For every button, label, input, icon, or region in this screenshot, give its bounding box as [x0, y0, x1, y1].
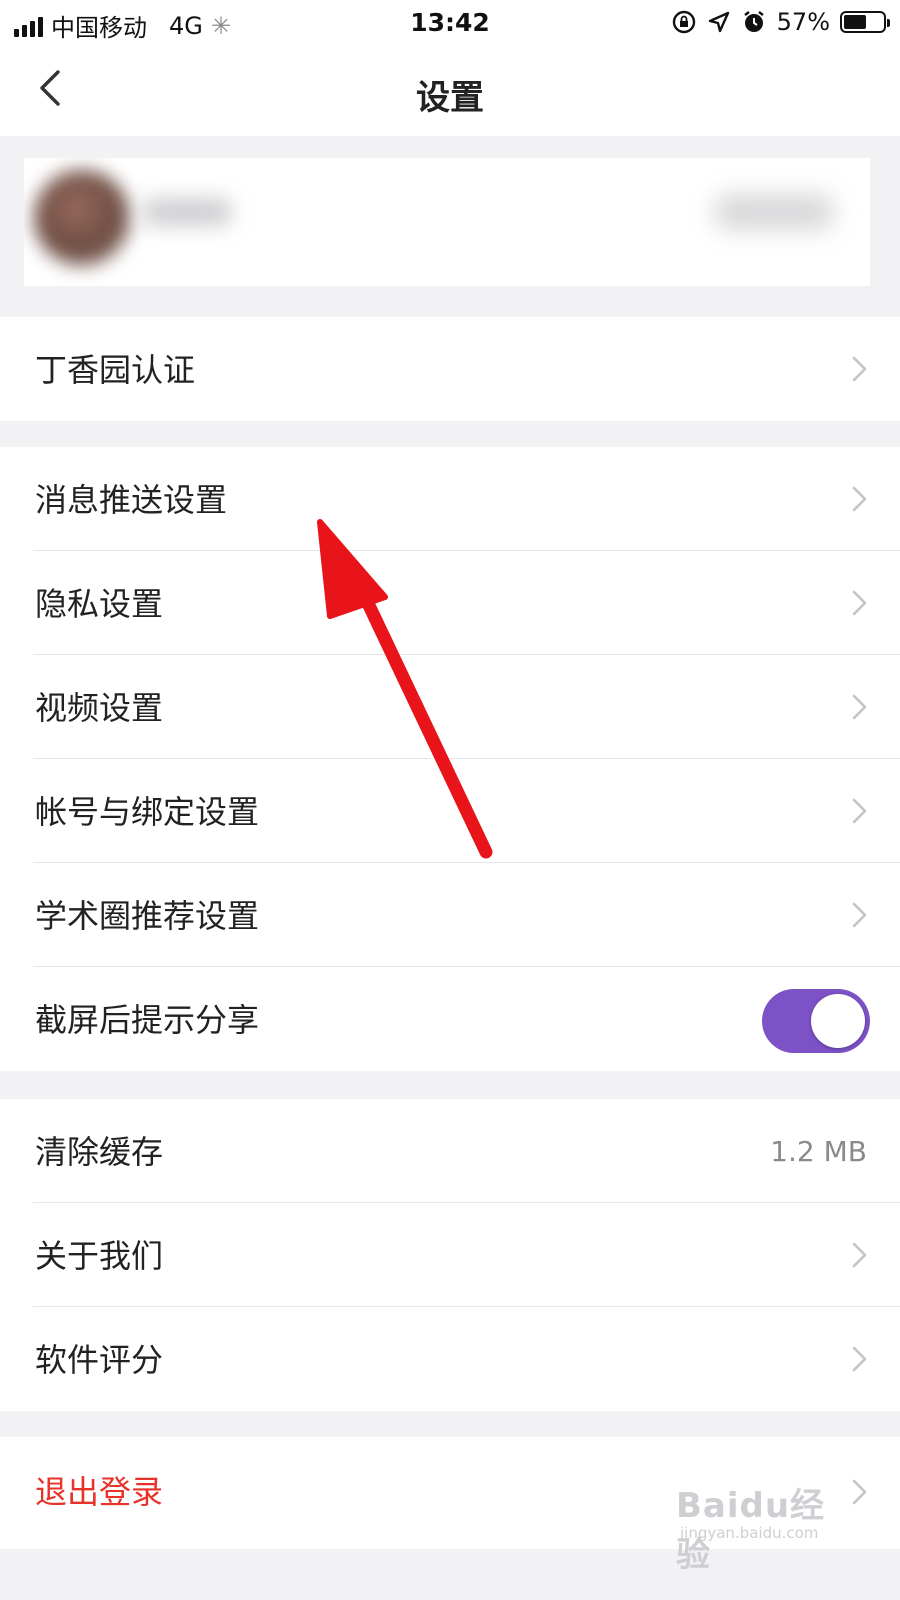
chevron-right-icon — [852, 902, 867, 928]
chevron-right-icon — [852, 356, 867, 382]
profile-card[interactable] — [24, 158, 870, 286]
item-label: 消息推送设置 — [35, 481, 228, 519]
item-label: 清除缓存 — [35, 1133, 164, 1171]
item-label: 关于我们 — [35, 1237, 164, 1275]
item-label: 帐号与绑定设置 — [35, 793, 260, 831]
settings-item-certification[interactable]: 丁香园认证 — [0, 317, 900, 421]
item-label: 截屏后提示分享 — [35, 1001, 260, 1039]
settings-item-account[interactable]: 帐号与绑定设置 — [0, 759, 900, 863]
item-label: 学术圈推荐设置 — [35, 897, 260, 935]
battery-percent: 57% — [776, 8, 830, 36]
toggle-knob — [811, 994, 865, 1048]
logout-label: 退出登录 — [35, 1473, 164, 1511]
battery-icon — [840, 11, 890, 33]
item-label: 丁香园认证 — [35, 351, 196, 389]
chevron-right-icon — [852, 1346, 867, 1372]
item-label: 视频设置 — [35, 689, 164, 727]
screenshot-share-toggle[interactable] — [762, 989, 870, 1053]
navigation-bar: 设置 — [0, 46, 900, 136]
certification-group: 丁香园认证 — [0, 317, 900, 421]
profile-name-blurred — [142, 198, 232, 226]
avatar — [34, 170, 130, 266]
battery-fill — [844, 15, 866, 29]
settings-group: 消息推送设置 隐私设置 视频设置 帐号与绑定设置 学术圈推荐设置 截屏后提示分享 — [0, 447, 900, 1071]
settings-item-video[interactable]: 视频设置 — [0, 655, 900, 759]
item-label: 隐私设置 — [35, 585, 164, 623]
alarm-icon — [743, 11, 764, 32]
orientation-lock-icon — [672, 10, 695, 34]
chevron-right-icon — [852, 1479, 867, 1505]
settings-item-academic[interactable]: 学术圈推荐设置 — [0, 863, 900, 967]
settings-item-privacy[interactable]: 隐私设置 — [0, 551, 900, 655]
settings-item-rate[interactable]: 软件评分 — [0, 1307, 900, 1411]
chevron-right-icon — [852, 590, 867, 616]
chevron-right-icon — [852, 486, 867, 512]
chevron-right-icon — [852, 1242, 867, 1268]
status-right: 57% — [671, 8, 890, 36]
settings-item-screenshot-share: 截屏后提示分享 — [0, 967, 900, 1071]
settings-item-push[interactable]: 消息推送设置 — [0, 447, 900, 551]
page-title: 设置 — [416, 78, 484, 118]
item-label: 软件评分 — [35, 1341, 164, 1379]
watermark-url: jingyan.baidu.com — [680, 1524, 819, 1542]
status-bar: 中国移动 4G ✳ 13:42 57% — [0, 0, 900, 46]
chevron-right-icon — [852, 694, 867, 720]
profile-detail-blurred — [714, 194, 834, 230]
settings-item-about[interactable]: 关于我们 — [0, 1203, 900, 1307]
settings-item-clear-cache[interactable]: 清除缓存 1.2 MB — [0, 1099, 900, 1203]
chevron-right-icon — [852, 798, 867, 824]
location-icon — [708, 11, 729, 33]
cache-size-value: 1.2 MB — [770, 1135, 867, 1168]
baidu-watermark: Baidu经验 jingyan.baidu.com — [676, 1472, 846, 1575]
misc-group: 清除缓存 1.2 MB 关于我们 软件评分 — [0, 1099, 900, 1411]
